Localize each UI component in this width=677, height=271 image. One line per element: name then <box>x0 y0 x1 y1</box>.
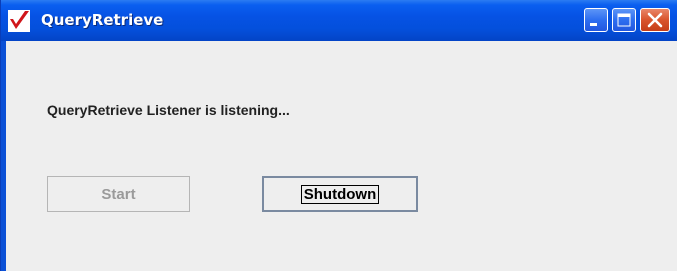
status-message: QueryRetrieve Listener is listening... <box>47 102 290 118</box>
shutdown-button-label: Shutdown <box>300 184 380 204</box>
close-button[interactable] <box>640 8 670 32</box>
start-button[interactable]: Start <box>47 176 190 212</box>
app-logo-icon <box>8 9 32 33</box>
minimize-icon <box>590 23 597 26</box>
app-window: QueryRetrieve QueryRetrieve Listener is … <box>0 0 677 271</box>
maximize-icon <box>617 13 631 27</box>
start-button-label: Start <box>101 185 136 203</box>
title-bar[interactable]: QueryRetrieve <box>1 0 677 41</box>
main-panel: QueryRetrieve Listener is listening... S… <box>6 41 677 271</box>
shutdown-button[interactable]: Shutdown <box>262 176 418 212</box>
maximize-button[interactable] <box>612 8 636 32</box>
close-icon <box>647 12 663 28</box>
window-title: QueryRetrieve <box>41 11 164 29</box>
minimize-button[interactable] <box>584 8 608 32</box>
